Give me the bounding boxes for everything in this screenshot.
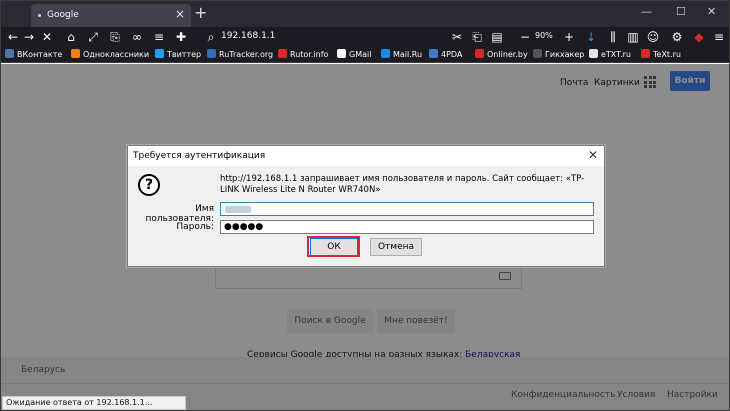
vk-icon	[5, 49, 14, 58]
settings-gear-icon[interactable]: ⚙	[669, 29, 685, 45]
zoom-in-icon[interactable]: +	[561, 29, 577, 45]
bookmark-item[interactable]: TeXt.ru	[641, 48, 681, 62]
browser-window: Google × + — ☐ ✕ ← → ✕ ⌂ ⤢ ⎘ ∞ ≡ ✚ ⌕ 192…	[0, 0, 730, 411]
bookmark-item[interactable]: Mail.Ru	[381, 48, 422, 62]
close-window-icon[interactable]: ✕	[707, 5, 716, 18]
status-bar: Ожидание ответа от 192.168.1.1...	[2, 396, 186, 410]
zoom-out-icon[interactable]: −	[517, 29, 533, 45]
stop-icon[interactable]: ✕	[39, 29, 55, 45]
textru-icon	[641, 49, 650, 58]
dialog-close-icon[interactable]: ✕	[588, 148, 598, 162]
nav-bar: ← → ✕ ⌂ ⤢ ⎘ ∞ ≡ ✚ ⌕ 192.168.1.1 ✂ ⎗ ▤ − …	[1, 27, 729, 47]
url-text: 192.168.1.1	[221, 31, 276, 41]
tab-bar: Google × + — ☐ ✕	[1, 1, 729, 27]
address-bar[interactable]: ⌕ 192.168.1.1	[201, 29, 441, 45]
sidebar-icon[interactable]: ▥	[625, 29, 641, 45]
cut-icon[interactable]: ✂	[449, 29, 465, 45]
bookmark-item[interactable]: Onliner.by	[475, 48, 528, 62]
loading-dot-icon	[38, 14, 41, 17]
dialog-titlebar: Требуется аутентификация ✕	[128, 146, 604, 166]
tab-close-icon[interactable]: ×	[175, 7, 185, 21]
list-icon[interactable]: ≡	[151, 29, 167, 45]
auth-dialog: Требуется аутентификация ✕ ? http://192.…	[127, 145, 605, 267]
home-icon[interactable]: ⌂	[63, 29, 79, 45]
mailru-icon	[381, 49, 390, 58]
redacted-username	[225, 206, 251, 213]
bookmark-item[interactable]: 4PDA	[429, 48, 462, 62]
username-field[interactable]	[220, 202, 594, 216]
bookmark-item[interactable]: RuTracker.org	[207, 48, 273, 62]
bookmark-item[interactable]: GMail	[337, 48, 371, 62]
4pda-icon	[429, 49, 438, 58]
screenshot-icon[interactable]: ⎘	[107, 29, 123, 45]
username-label: Имя пользователя:	[145, 204, 214, 224]
geekhacker-icon	[533, 49, 542, 58]
dialog-title: Требуется аутентификация	[133, 151, 266, 161]
download-icon[interactable]: ↓	[583, 29, 599, 45]
etxt-icon	[589, 49, 598, 58]
rutor-icon	[278, 49, 287, 58]
dialog-message: http://192.168.1.1 запрашивает имя польз…	[220, 174, 585, 195]
search-icon: ⌕	[207, 30, 215, 44]
password-label: Пароль:	[176, 222, 214, 232]
forward-arrow-icon[interactable]: →	[21, 29, 37, 45]
password-field[interactable]: ●●●●●	[220, 220, 594, 234]
menu-hamburger-icon[interactable]: ≡	[711, 29, 727, 45]
question-icon: ?	[138, 174, 160, 196]
back-arrow-icon[interactable]: ←	[5, 29, 21, 45]
twitter-icon	[155, 49, 164, 58]
zoom-level: 90%	[535, 31, 553, 40]
odnoklassniki-icon	[71, 49, 80, 58]
library-icon[interactable]: ⫼	[605, 29, 621, 45]
paste-icon[interactable]: ▤	[489, 29, 505, 45]
glasses-icon[interactable]: ∞	[129, 29, 145, 45]
gmail-icon	[337, 49, 346, 58]
maximize-icon[interactable]: ☐	[676, 5, 686, 18]
onliner-icon	[475, 49, 484, 58]
bookmark-item[interactable]: ВКонтакте	[5, 48, 62, 62]
account-icon[interactable]: ☺	[645, 29, 661, 45]
new-tab-plus-icon[interactable]: +	[194, 3, 207, 22]
bookmark-item[interactable]: Одноклассники	[71, 48, 149, 62]
ublock-icon[interactable]: ◆	[691, 29, 707, 45]
tab-google[interactable]: Google ×	[31, 4, 191, 27]
fullscreen-icon[interactable]: ⤢	[85, 29, 101, 45]
cancel-button[interactable]: Отмена	[370, 238, 422, 256]
minimize-icon[interactable]: —	[641, 5, 652, 18]
bookmark-item[interactable]: eTXT.ru	[589, 48, 631, 62]
rutracker-icon	[207, 49, 216, 58]
puzzle-extension-icon[interactable]: ✚	[173, 29, 189, 45]
copy-icon[interactable]: ⎗	[469, 29, 485, 45]
bookmark-item[interactable]: Твиттер	[155, 48, 201, 62]
bookmarks-bar: ВКонтакте Одноклассники Твиттер RuTracke…	[1, 47, 729, 63]
bookmark-item[interactable]: Rutor.info	[278, 48, 328, 62]
ok-highlight-frame	[307, 236, 360, 257]
tab-title: Google	[47, 10, 79, 20]
bookmark-item[interactable]: Гикхакер	[533, 48, 584, 62]
